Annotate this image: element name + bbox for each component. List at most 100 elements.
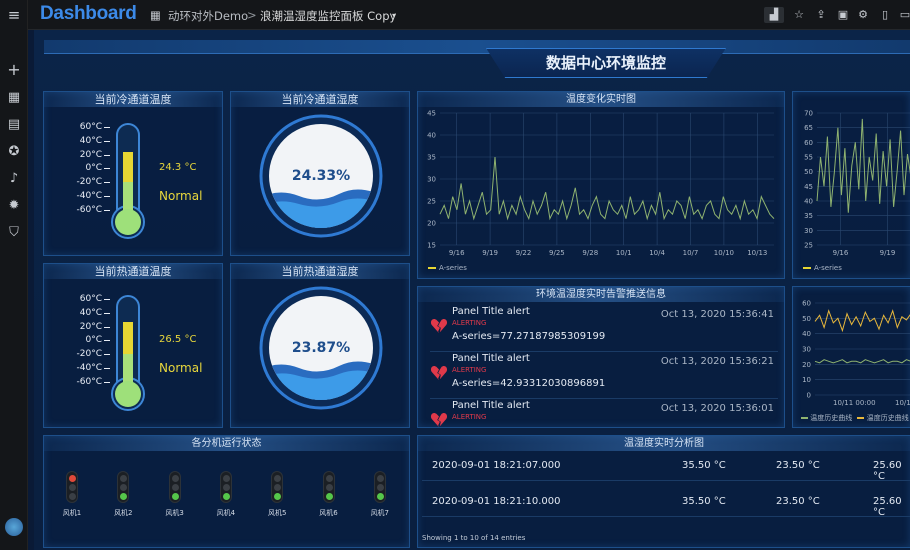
- chart-legend[interactable]: 温度历史曲线 温度历史曲线: [801, 413, 909, 423]
- light-lamp: [376, 493, 384, 500]
- fan-label: 风机1: [62, 509, 82, 517]
- analysis-panel: 温湿度实时分析图 2020-09-01 18:21:07.000 35.50 °C…: [417, 435, 910, 548]
- light-lamp: [69, 493, 76, 500]
- y-tick-label: 0: [807, 392, 811, 400]
- mobile-icon[interactable]: ▯: [876, 7, 894, 23]
- fan-label: 风机3: [165, 509, 184, 517]
- scale-tick-label: -60°C: [76, 204, 102, 215]
- x-tick-label: 9/16: [449, 249, 465, 257]
- scale-tick-label: 60°C: [79, 294, 102, 304]
- avatar[interactable]: [5, 518, 23, 536]
- y-tick-label: 45: [804, 183, 813, 191]
- table-cell: 25.60 °C: [873, 460, 902, 482]
- light-lamp: [69, 484, 76, 491]
- tv-icon[interactable]: ▭: [896, 7, 910, 23]
- x-tick-label: 9/16: [833, 249, 849, 257]
- y-tick-label: 55: [804, 154, 813, 162]
- top-navbar: Dashboard ▦ 动环对外Demo > 浪潮温湿度监控面板 Copy ▾ …: [28, 0, 910, 30]
- light-lamp: [376, 475, 384, 482]
- legend-swatch: [803, 267, 811, 269]
- scale-tick-label: -40°C: [76, 363, 102, 373]
- gear-icon[interactable]: ✹: [6, 198, 22, 214]
- x-tick-label: 10/10: [714, 249, 734, 257]
- header-strip: [44, 40, 910, 54]
- y-tick-label: 25: [427, 198, 436, 206]
- save-icon[interactable]: ▣: [834, 7, 852, 23]
- bell-icon[interactable]: ♪: [6, 171, 22, 187]
- scale-tick-label: 0°C: [85, 163, 102, 174]
- right-chart-top-panel: 25 30 35 40 45 50 55 60 65 70 9/16 9/19 A-series: [792, 91, 910, 279]
- humid-cold-panel: 当前冷通道湿度 24.33%: [230, 91, 410, 256]
- page-title: 数据中心环境监控: [545, 54, 666, 72]
- alert-time: Oct 13, 2020 15:36:01: [660, 403, 774, 414]
- x-tick-label: 9/19: [880, 249, 896, 257]
- x-tick-label: 9/22: [516, 249, 532, 257]
- fan-status-light: [168, 471, 181, 503]
- scale-tick-label: 40°C: [79, 135, 102, 146]
- broken-heart-icon: [430, 318, 448, 334]
- y-tick-label: 60: [804, 139, 813, 147]
- alert-item[interactable]: Panel Title alert ALERTING A-series=42.933…: [430, 353, 778, 399]
- dashboard-title[interactable]: 浪潮温湿度监控面板 Copy: [260, 8, 396, 24]
- chart-legend[interactable]: A-series: [803, 264, 842, 272]
- light-lamp: [171, 484, 179, 491]
- fan-status-light: [219, 471, 232, 503]
- light-lamp: [325, 475, 333, 482]
- light-lamp: [171, 475, 179, 482]
- alert-name[interactable]: Panel Title alert: [452, 306, 530, 317]
- explore-icon[interactable]: ▤: [6, 117, 22, 133]
- breadcrumb-separator: >: [247, 8, 257, 22]
- fan-label: 风机6: [319, 509, 338, 517]
- share-icon[interactable]: ⇪: [812, 7, 830, 23]
- alert-state: ALERTING: [452, 366, 487, 374]
- alert-name[interactable]: Panel Title alert: [452, 400, 530, 411]
- panel-title: 温度变化实时图: [418, 92, 784, 107]
- chart-grid: [815, 302, 910, 396]
- fan-label: 风机7: [370, 509, 390, 517]
- plus-icon[interactable]: +: [6, 62, 22, 78]
- light-lamp: [325, 484, 333, 491]
- legend-swatch: [801, 417, 808, 419]
- series-line: [814, 309, 910, 333]
- legend-label: A-series: [814, 264, 842, 272]
- row-divider: [422, 516, 910, 517]
- scale-tick-label: -20°C: [76, 349, 102, 360]
- fan-status-light: [66, 471, 78, 503]
- scale-tick-label: -20°C: [76, 177, 102, 188]
- light-lamp: [120, 493, 128, 500]
- shield-icon[interactable]: ⛉: [6, 225, 22, 241]
- broken-heart-icon: [430, 412, 448, 427]
- dashboard-grid-icon: ▦: [150, 8, 161, 22]
- panel-title: 温湿度实时分析图: [418, 436, 910, 451]
- panel-title: 当前热通道湿度: [231, 264, 409, 279]
- light-lamp: [222, 484, 230, 491]
- alerts-panel: 环境温湿度实时告警推送信息 Panel Title alert ALERTING A…: [417, 286, 785, 428]
- table-footer: Showing 1 to 10 of 14 entries: [422, 534, 526, 542]
- light-lamp: [325, 493, 333, 500]
- star-icon[interactable]: ☆: [790, 7, 808, 23]
- table-cell: 35.50 °C: [682, 496, 726, 507]
- fan-status-light: [322, 471, 335, 503]
- chevron-down-icon[interactable]: ▾: [392, 11, 396, 20]
- light-lamp: [69, 475, 76, 482]
- alert-item[interactable]: Panel Title alert ALERTING Oct 13, 2020 15…: [430, 400, 778, 427]
- menu-icon[interactable]: ≡: [6, 7, 22, 23]
- alert-item[interactable]: Panel Title alert ALERTING A-series=77.271…: [430, 306, 778, 352]
- x-tick-label: 9/25: [549, 249, 565, 257]
- dashboards-icon[interactable]: ▦: [6, 90, 22, 106]
- y-tick-label: 15: [427, 242, 436, 250]
- settings-icon[interactable]: ⚙: [854, 7, 872, 23]
- panel-title: 当前冷通道湿度: [231, 92, 409, 107]
- table-row: 2020-09-01 18:21:10.000 35.50 °C 23.50 °C 2…: [422, 496, 910, 518]
- y-tick-label: 65: [804, 124, 813, 132]
- x-tick-label: 9/28: [582, 249, 598, 257]
- fan-label: 风机5: [267, 509, 287, 517]
- compass-icon[interactable]: ✪: [6, 144, 22, 160]
- dashboard-canvas: 数据中心环境监控 当前冷通道温度 60°C 40°C 20°C 0°C -20°C -40…: [34, 30, 910, 550]
- alert-name[interactable]: Panel Title alert: [452, 353, 530, 364]
- chart-legend[interactable]: A-series: [428, 264, 467, 272]
- graph-add-icon[interactable]: ▟: [764, 7, 784, 23]
- alert-state: ALERTING: [452, 319, 487, 327]
- breadcrumb-folder[interactable]: 动环对外Demo: [168, 8, 248, 24]
- brand-logo[interactable]: Dashboard: [40, 3, 137, 25]
